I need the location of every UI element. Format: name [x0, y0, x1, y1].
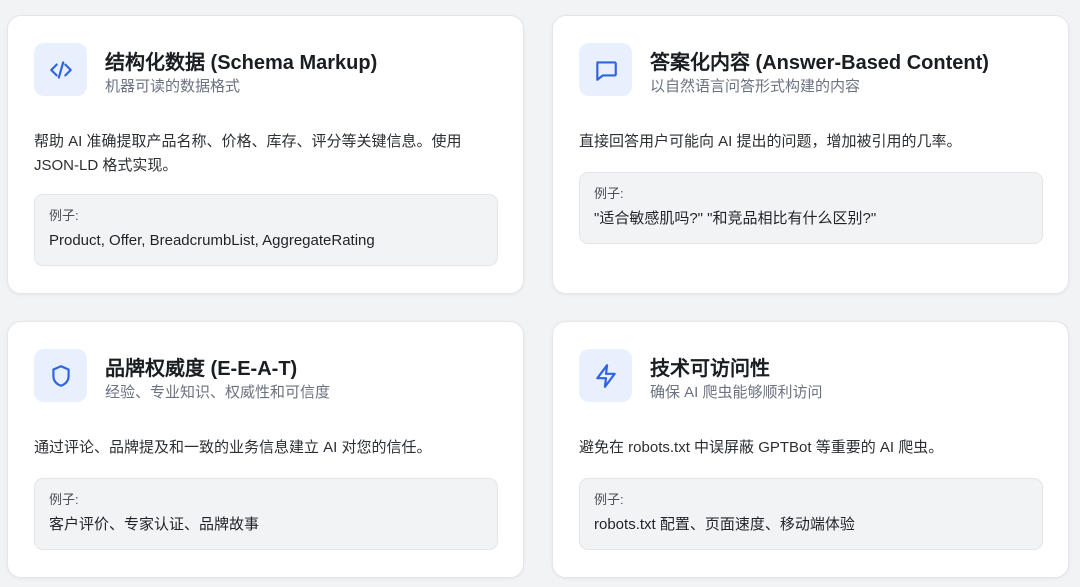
- example-box: 例子: Product, Offer, BreadcrumbList, Aggr…: [34, 194, 498, 266]
- card-description: 直接回答用户可能向 AI 提出的问题，增加被引用的几率。: [579, 133, 962, 150]
- card-title: 品牌权威度 (E-E-A-T): [105, 358, 298, 380]
- card-brand-authority: 品牌权威度 (E-E-A-T) 经验、专业知识、权威性和可信度 通过评论、品牌提…: [7, 321, 524, 578]
- example-label: 例子:: [594, 492, 624, 507]
- card-subtitle: 确保 AI 爬虫能够顺利访问: [650, 384, 823, 401]
- lightning-icon: [579, 349, 632, 402]
- example-label: 例子:: [594, 186, 624, 201]
- example-text: Product, Offer, BreadcrumbList, Aggregat…: [49, 232, 375, 249]
- card-description: 避免在 robots.txt 中误屏蔽 GPTBot 等重要的 AI 爬虫。: [579, 439, 944, 456]
- card-title: 结构化数据 (Schema Markup): [105, 52, 378, 74]
- example-label: 例子:: [49, 492, 79, 507]
- code-icon: [34, 43, 87, 96]
- example-text: robots.txt 配置、页面速度、移动端体验: [594, 516, 855, 533]
- example-box: 例子: "适合敏感肌吗?" "和竞品相比有什么区别?": [579, 172, 1043, 244]
- card-schema-markup: 结构化数据 (Schema Markup) 机器可读的数据格式 帮助 AI 准确…: [7, 15, 524, 294]
- example-box: 例子: robots.txt 配置、页面速度、移动端体验: [579, 478, 1043, 550]
- card-description: 帮助 AI 准确提取产品名称、价格、库存、评分等关键信息。使用 JSON-LD …: [34, 133, 462, 174]
- card-title: 答案化内容 (Answer-Based Content): [650, 52, 989, 74]
- card-title: 技术可访问性: [650, 358, 770, 380]
- shield-icon: [34, 349, 87, 402]
- example-text: 客户评价、专家认证、品牌故事: [49, 516, 260, 533]
- example-text: "适合敏感肌吗?" "和竞品相比有什么区别?": [594, 210, 877, 227]
- example-box: 例子: 客户评价、专家认证、品牌故事: [34, 478, 498, 550]
- card-answer-based-content: 答案化内容 (Answer-Based Content) 以自然语言问答形式构建…: [552, 15, 1069, 294]
- card-subtitle: 经验、专业知识、权威性和可信度: [105, 384, 331, 401]
- example-label: 例子:: [49, 208, 79, 223]
- card-subtitle: 以自然语言问答形式构建的内容: [650, 78, 861, 95]
- chat-bubble-icon: [579, 43, 632, 96]
- card-subtitle: 机器可读的数据格式: [105, 78, 241, 95]
- card-technical-accessibility: 技术可访问性 确保 AI 爬虫能够顺利访问 避免在 robots.txt 中误屏…: [552, 321, 1069, 578]
- card-description: 通过评论、品牌提及和一致的业务信息建立 AI 对您的信任。: [34, 439, 432, 456]
